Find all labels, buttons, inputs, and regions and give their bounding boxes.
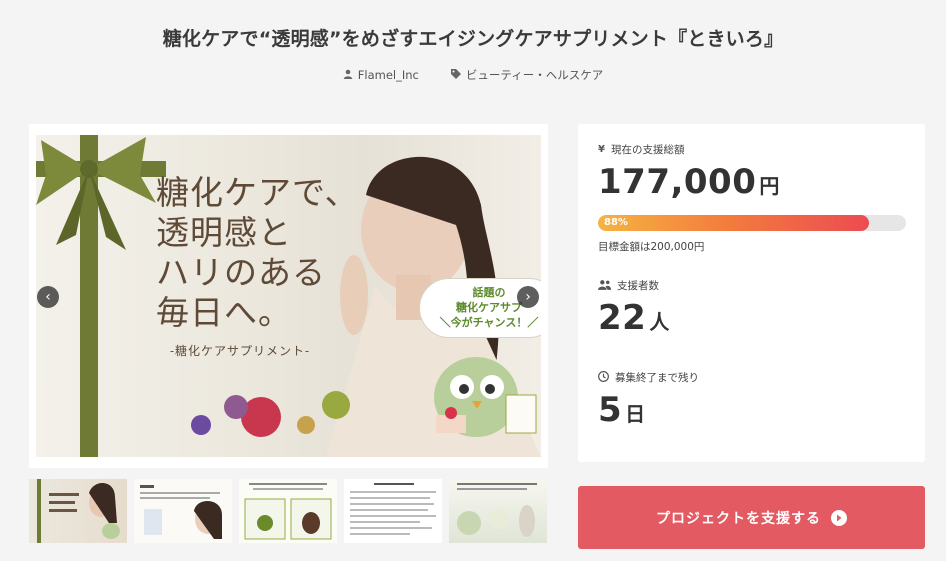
backers-label: 支援者数 (598, 278, 659, 293)
remaining-row: 5日 (598, 390, 645, 430)
backers-unit: 人 (649, 310, 670, 334)
hero-headline-line: 毎日へ。 (156, 293, 292, 332)
chevron-left-icon: ‹ (45, 289, 51, 305)
remaining-unit: 日 (625, 402, 646, 426)
goal-amount: 目標金額は200,000円 (598, 241, 705, 253)
chevron-right-icon: › (525, 289, 531, 305)
funding-progress-bar: 88% (598, 215, 906, 231)
raised-unit: 円 (759, 174, 780, 198)
thumbnail-1[interactable] (29, 479, 127, 543)
hero-carousel: 糖化ケアで、 透明感と ハリのある 毎日へ。 -糖化ケアサプリメント- 話題の … (29, 124, 548, 468)
remaining-days: 5 (598, 390, 623, 430)
category-name: ビューティー・ヘルスケア (465, 68, 604, 82)
raised-amount-row: 177,000 円 (598, 162, 779, 202)
hero-headline-line: ハリのある (156, 253, 326, 292)
project-meta: Flamel_Inc ビューティー・ヘルスケア (0, 67, 946, 83)
tag-icon (450, 68, 461, 82)
carousel-prev-button[interactable]: ‹ (37, 286, 59, 308)
hero-headline-line: 透明感と (156, 213, 292, 252)
thumbnail-4[interactable] (344, 479, 442, 543)
remaining-label-text: 募集終了まで残り (615, 372, 699, 384)
yen-icon: ¥ (598, 144, 605, 155)
page-title: 糖化ケアで“透明感”をめざすエイジングケアサプリメント『ときいろ』 (162, 28, 784, 50)
author-name: Flamel_Inc (357, 68, 419, 82)
progress-percent: 88% (604, 217, 628, 228)
thumbnail-5[interactable] (449, 479, 547, 543)
thumbnail-strip (29, 479, 547, 543)
raised-label-text: 現在の支援総額 (610, 144, 685, 156)
support-project-button[interactable]: プロジェクトを支援する (578, 486, 925, 549)
user-icon (343, 68, 353, 82)
chevron-right-circle-icon (831, 509, 847, 526)
thumbnail-2[interactable] (134, 479, 232, 543)
raised-label: ¥ 現在の支援総額 (598, 142, 684, 157)
funding-progress-fill: 88% (598, 215, 870, 231)
speech-line: ＼今がチャンス！／ (439, 316, 539, 329)
hero-subline: -糖化ケアサプリメント- (170, 344, 311, 358)
users-icon (598, 279, 611, 293)
hero-headline-line: 糖化ケアで、 (156, 173, 359, 212)
clock-icon (598, 370, 609, 385)
carousel-next-button[interactable]: › (517, 286, 539, 308)
support-button-label: プロジェクトを支援する (656, 510, 821, 527)
hero-image: 糖化ケアで、 透明感と ハリのある 毎日へ。 -糖化ケアサプリメント- 話題の … (36, 135, 541, 457)
author-link[interactable]: Flamel_Inc (343, 67, 419, 83)
remaining-label: 募集終了まで残り (598, 370, 699, 385)
category-link[interactable]: ビューティー・ヘルスケア (450, 67, 604, 83)
backers-count: 22 (598, 298, 647, 338)
funding-stats-card: ¥ 現在の支援総額 177,000 円 88% 目標金額は200,000円 支援者… (578, 124, 925, 462)
raised-amount: 177,000 (598, 162, 757, 202)
backers-label-text: 支援者数 (617, 280, 659, 292)
backers-row: 22 人 (598, 298, 669, 338)
thumbnail-3[interactable] (239, 479, 337, 543)
hero-headline: 糖化ケアで、 透明感と ハリのある 毎日へ。 (156, 173, 359, 333)
